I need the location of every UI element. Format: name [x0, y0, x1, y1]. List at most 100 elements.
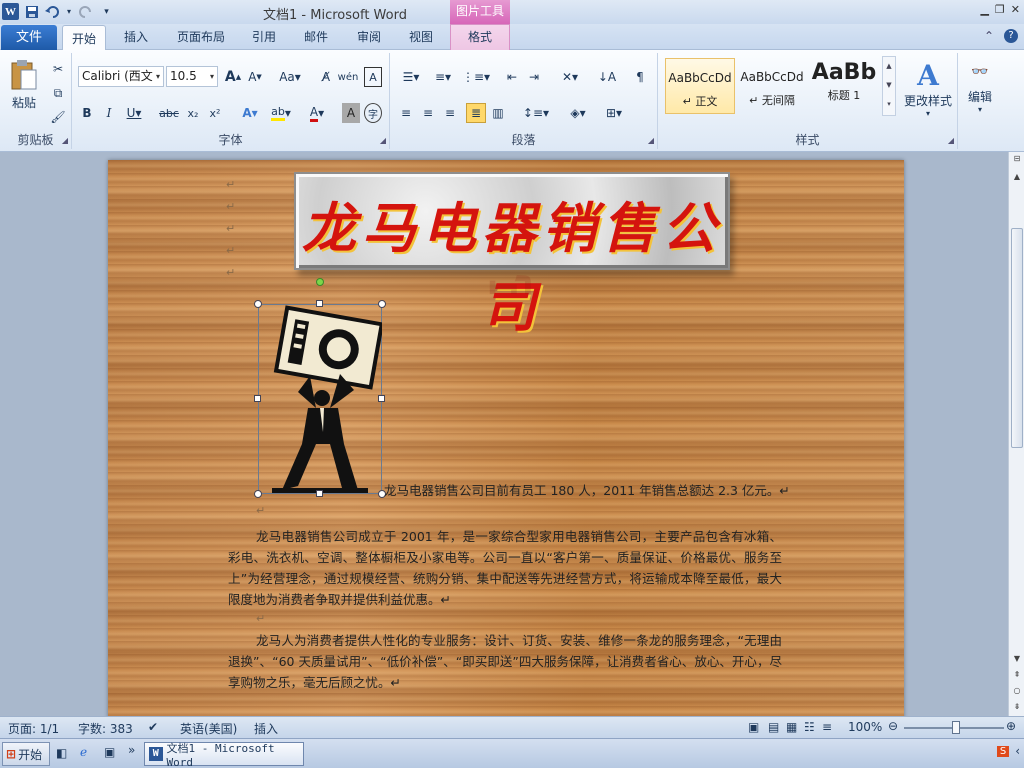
- font-size-select[interactable]: 10.5 ▾: [166, 66, 218, 87]
- view-draft-icon[interactable]: ≡: [822, 720, 832, 734]
- subscript-icon[interactable]: x₂: [184, 103, 202, 123]
- previous-page-icon[interactable]: ⇞: [1009, 670, 1024, 679]
- view-print-layout-icon[interactable]: ▣: [748, 720, 759, 734]
- font-family-select[interactable]: Calibri (西文 ▾: [78, 66, 164, 87]
- tray-expand-icon[interactable]: ‹: [1015, 744, 1020, 758]
- tab-page-layout[interactable]: 页面布局: [177, 28, 225, 45]
- status-language[interactable]: 英语(美国): [180, 720, 237, 737]
- customize-qat-icon[interactable]: ▾: [98, 3, 115, 20]
- align-center-icon[interactable]: ≡: [418, 103, 438, 123]
- help-icon[interactable]: ?: [1004, 29, 1018, 43]
- copy-icon[interactable]: ⧉: [48, 83, 68, 103]
- font-color-icon[interactable]: A ▾: [304, 103, 330, 123]
- resize-handle-nw[interactable]: [254, 300, 262, 308]
- grow-font-icon[interactable]: A ▲: [224, 67, 242, 87]
- paragraph-launcher-icon[interactable]: ◢: [648, 136, 654, 145]
- strikethrough-icon[interactable]: abc: [158, 103, 180, 123]
- save-icon[interactable]: [23, 3, 40, 20]
- view-outline-icon[interactable]: ☷: [804, 720, 815, 734]
- cut-icon[interactable]: ✂: [48, 59, 68, 79]
- sort-icon[interactable]: ↓A: [596, 67, 618, 87]
- tab-review[interactable]: 审阅: [357, 28, 381, 45]
- picture-caption[interactable]: 龙马电器销售公司目前有员工 180 人，2011 年销售总额达 2.3 亿元。↵: [384, 480, 804, 501]
- decrease-indent-icon[interactable]: ⇤: [502, 67, 522, 87]
- underline-icon[interactable]: U▾: [122, 103, 146, 123]
- document-page[interactable]: ↵ ↵ ↵ ↵ ↵ 龙马电器销售公司 龙马电器销售公司目前有员工 180 人，2…: [108, 160, 904, 716]
- zoom-in-icon[interactable]: ⊕: [1006, 719, 1016, 733]
- italic-icon[interactable]: I: [100, 103, 118, 123]
- numbering-icon[interactable]: ≡▾: [428, 67, 458, 87]
- minimize-icon[interactable]: ▁: [980, 3, 988, 16]
- character-border-icon[interactable]: A: [364, 67, 382, 87]
- undo-icon[interactable]: [44, 3, 61, 20]
- bold-icon[interactable]: B: [78, 103, 96, 123]
- tab-mailings[interactable]: 邮件: [304, 28, 328, 45]
- resize-handle-sw[interactable]: [254, 490, 262, 498]
- change-case-icon[interactable]: Aa▾: [278, 67, 302, 87]
- next-page-icon[interactable]: ⇟: [1009, 702, 1024, 711]
- tab-format[interactable]: 格式: [450, 24, 510, 50]
- status-word-count[interactable]: 字数: 383: [78, 720, 133, 737]
- line-spacing-icon[interactable]: ↕≡▾: [522, 103, 550, 123]
- align-right-icon[interactable]: ≡: [440, 103, 460, 123]
- proofing-icon[interactable]: ✔: [148, 720, 158, 734]
- resize-handle-w[interactable]: [254, 395, 261, 402]
- tab-references[interactable]: 引用: [252, 28, 276, 45]
- text-effects-icon[interactable]: A▾: [238, 103, 262, 123]
- redo-icon[interactable]: [77, 3, 94, 20]
- status-insert-mode[interactable]: 插入: [254, 720, 278, 737]
- tab-view[interactable]: 视图: [409, 28, 433, 45]
- word-logo-icon[interactable]: W: [2, 3, 19, 20]
- undo-dropdown-icon[interactable]: ▾: [65, 3, 73, 20]
- borders-icon[interactable]: ⊞▾: [600, 103, 628, 123]
- format-painter-icon[interactable]: 🖌: [48, 107, 68, 127]
- tab-insert[interactable]: 插入: [124, 28, 148, 45]
- distributed-icon[interactable]: ▥: [488, 103, 508, 123]
- view-full-screen-icon[interactable]: ▤: [768, 720, 779, 734]
- start-button[interactable]: ⊞ 开始: [2, 742, 50, 766]
- scroll-down-icon[interactable]: ▼: [1009, 654, 1024, 663]
- align-left-icon[interactable]: ≡: [396, 103, 416, 123]
- clipboard-launcher-icon[interactable]: ◢: [62, 136, 68, 145]
- chinese-layout-icon[interactable]: ✕▾: [556, 67, 584, 87]
- paragraph-intro[interactable]: 龙马电器销售公司成立于 2001 年，是一家综合型家用电器销售公司，主要产品包含…: [228, 526, 782, 610]
- minimize-ribbon-icon[interactable]: ⌃: [984, 29, 994, 43]
- view-web-layout-icon[interactable]: ▦: [786, 720, 797, 734]
- styles-launcher-icon[interactable]: ◢: [948, 136, 954, 145]
- shrink-font-icon[interactable]: A ▼: [246, 67, 264, 87]
- media-player-icon[interactable]: ▣: [104, 745, 115, 759]
- shading-icon[interactable]: ◈▾: [564, 103, 592, 123]
- multilevel-list-icon[interactable]: ⋮≡▾: [460, 67, 492, 87]
- superscript-icon[interactable]: x²: [206, 103, 224, 123]
- internet-explorer-icon[interactable]: ℯ: [80, 745, 87, 759]
- paste-button[interactable]: 粘贴: [6, 55, 42, 113]
- paragraph-service[interactable]: 龙马人为消费者提供人性化的专业服务：设计、订货、安装、维修一条龙的服务理念，“无…: [228, 630, 782, 693]
- zoom-out-icon[interactable]: ⊖: [888, 719, 898, 733]
- zoom-level[interactable]: 100%: [848, 720, 882, 734]
- scroll-thumb[interactable]: [1011, 228, 1023, 448]
- resize-handle-e[interactable]: [378, 395, 385, 402]
- quick-launch-more-icon[interactable]: »: [128, 743, 135, 757]
- bullets-icon[interactable]: ☰▾: [396, 67, 426, 87]
- taskbar-word-window[interactable]: W 文档1 - Microsoft Word: [144, 742, 304, 768]
- justify-icon[interactable]: ≣: [466, 103, 486, 123]
- resize-handle-ne[interactable]: [378, 300, 386, 308]
- resize-handle-n[interactable]: [316, 300, 323, 307]
- zoom-slider-knob[interactable]: [952, 721, 960, 734]
- tab-home[interactable]: 开始: [62, 25, 107, 51]
- select-browse-object-icon[interactable]: ○: [1009, 686, 1024, 695]
- marble-banner[interactable]: 龙马电器销售公司: [294, 172, 730, 339]
- highlight-color-icon[interactable]: ab ▾: [268, 103, 294, 123]
- rotate-handle[interactable]: [316, 278, 324, 286]
- resize-handle-s[interactable]: [316, 490, 323, 497]
- close-icon[interactable]: ✕: [1011, 3, 1020, 16]
- style-no-spacing[interactable]: AaBbCcDd ↵ 无间隔: [737, 58, 807, 114]
- increase-indent-icon[interactable]: ⇥: [524, 67, 544, 87]
- clear-formatting-icon[interactable]: A̸: [316, 67, 336, 87]
- input-method-icon[interactable]: S: [996, 745, 1010, 757]
- show-desktop-icon[interactable]: ◧: [56, 746, 67, 760]
- scroll-up-icon[interactable]: ▲: [1009, 172, 1024, 181]
- selected-clipart-picture[interactable]: [254, 278, 386, 498]
- style-normal[interactable]: AaBbCcDd ↵ 正文: [665, 58, 735, 114]
- ruler-toggle-icon[interactable]: ⊟: [1009, 154, 1024, 163]
